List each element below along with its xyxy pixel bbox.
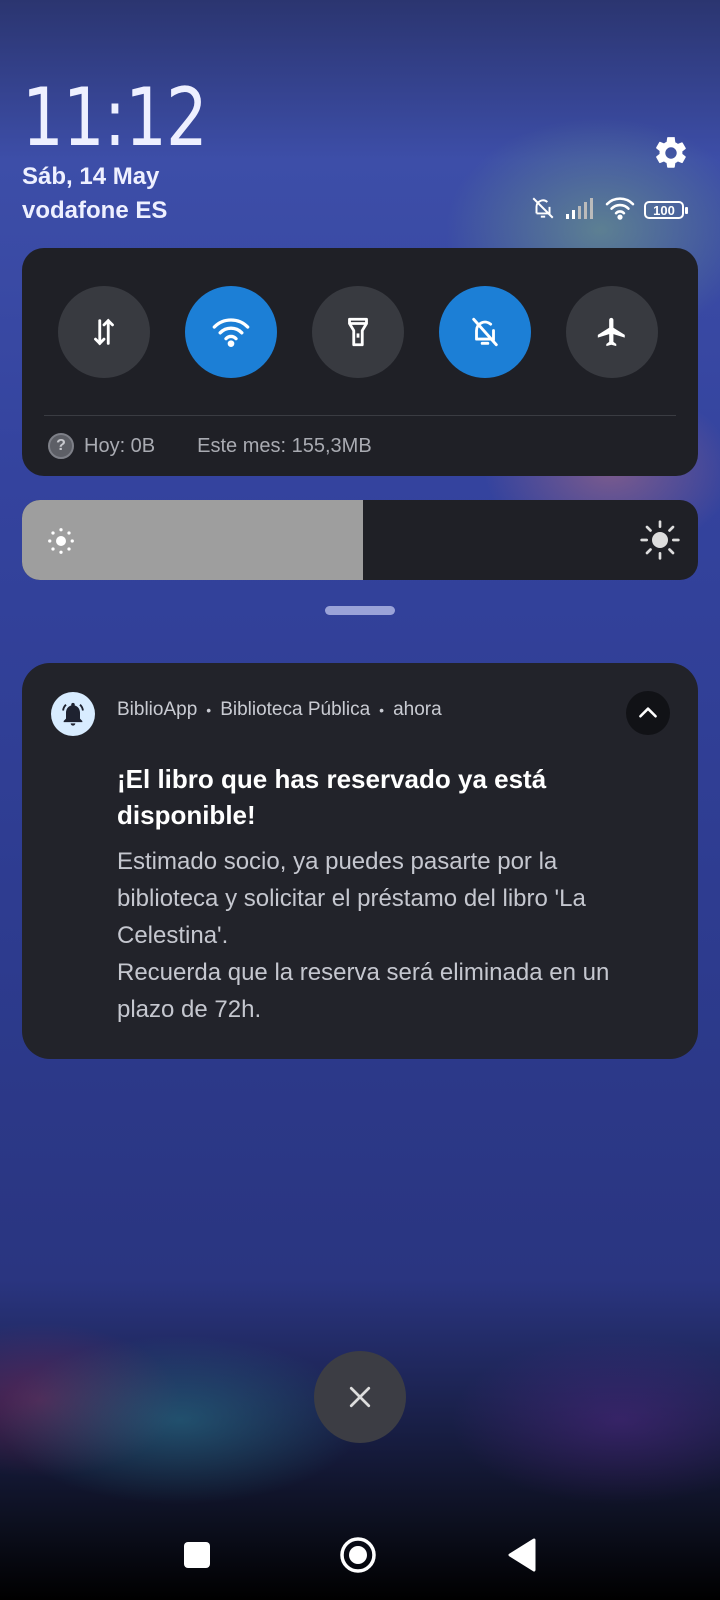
notification-title: ¡El libro que has reservado ya está disp…	[117, 764, 547, 830]
carrier-name: vodafone ES	[22, 197, 168, 224]
signal-icon	[564, 196, 596, 225]
settings-gear-icon[interactable]	[652, 134, 690, 172]
notification-header: BiblioApp • Biblioteca Pública • ahora	[117, 699, 442, 721]
notification-card[interactable]: BiblioApp • Biblioteca Pública • ahora ¡…	[22, 663, 698, 1059]
home-button[interactable]	[340, 1537, 376, 1573]
tile-airplane[interactable]	[566, 286, 658, 378]
tile-mobile-data[interactable]	[58, 286, 150, 378]
quick-settings-panel: ? Hoy: 0B Este mes: 155,3MB	[22, 248, 698, 476]
wifi-icon	[604, 195, 636, 226]
status-bar-icons: 100	[530, 195, 688, 226]
app-name: BiblioApp	[117, 699, 198, 720]
flashlight-icon	[348, 317, 368, 347]
brightness-high-icon	[640, 520, 680, 560]
bell-muted-icon	[530, 195, 556, 226]
drag-handle[interactable]	[325, 606, 395, 615]
battery-icon: 100	[644, 201, 688, 219]
help-icon[interactable]: ?	[48, 433, 74, 459]
tile-wifi[interactable]	[185, 286, 277, 378]
data-arrows-icon	[94, 318, 114, 346]
bell-muted-icon	[472, 317, 498, 347]
tile-silent[interactable]	[439, 286, 531, 378]
clock-time: 11:12	[22, 71, 208, 164]
header-separator: •	[379, 702, 385, 718]
wifi-icon	[212, 318, 250, 347]
tile-flashlight[interactable]	[312, 286, 404, 378]
home-circle-icon	[340, 1537, 376, 1573]
clock-date: Sáb, 14 May	[22, 163, 160, 190]
header-separator: •	[206, 702, 212, 718]
back-triangle-icon	[508, 1538, 536, 1572]
recents-button[interactable]	[184, 1542, 210, 1568]
app-bell-icon	[51, 692, 95, 736]
brightness-low-icon	[48, 528, 74, 554]
notification-time: ahora	[393, 699, 442, 720]
collapse-button[interactable]	[626, 691, 670, 735]
close-icon	[349, 1386, 371, 1408]
data-usage-row: ? Hoy: 0B Este mes: 155,3MB	[48, 426, 372, 466]
notification-subtext: Biblioteca Pública	[220, 699, 371, 720]
data-usage-month: Este mes: 155,3MB	[197, 434, 372, 457]
chevron-up-icon	[639, 707, 657, 718]
qs-divider	[44, 415, 676, 416]
clear-notifications-button[interactable]	[314, 1351, 406, 1443]
back-button[interactable]	[506, 1538, 538, 1572]
brightness-slider[interactable]	[22, 500, 698, 580]
airplane-icon	[597, 317, 625, 347]
notification-body: Estimado socio, ya puedes pasarte por la…	[117, 848, 610, 1023]
data-usage-today: Hoy: 0B	[84, 434, 156, 457]
